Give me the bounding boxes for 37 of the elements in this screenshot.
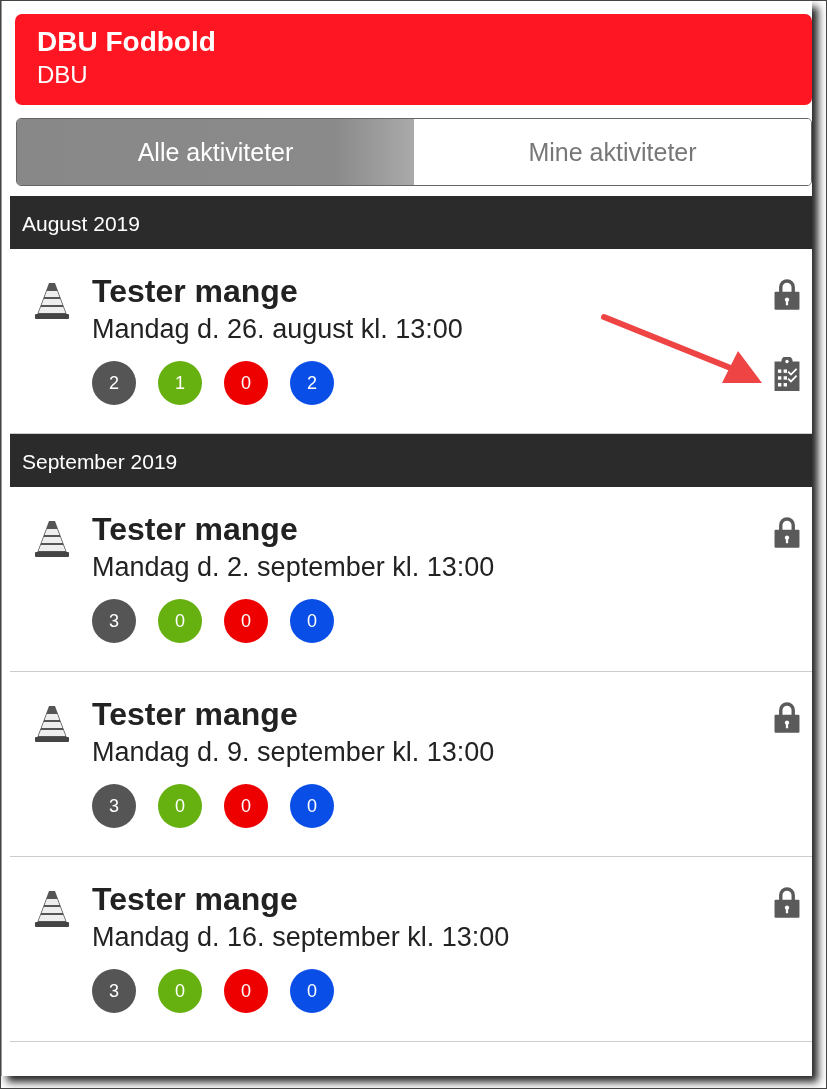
month-header: August 2019 <box>10 196 812 249</box>
activity-date: Mandag d. 9. september kl. 13:00 <box>92 737 496 768</box>
count-badge: 3 <box>92 969 136 1013</box>
count-badge: 0 <box>158 784 202 828</box>
activity-title: Tester mange <box>92 696 299 733</box>
count-badge: 3 <box>92 599 136 643</box>
count-badge: 0 <box>224 361 268 405</box>
segment-tab[interactable]: Alle aktiviteter <box>17 119 414 185</box>
count-badge: 3 <box>92 784 136 828</box>
activity-title: Tester mange <box>92 511 299 548</box>
count-badge: 0 <box>224 969 268 1013</box>
count-badge: 0 <box>290 784 334 828</box>
activity-row[interactable]: Tester mange Mandag d. 2. september kl. 13:00 3 0 0 0 <box>10 487 812 672</box>
activity-row[interactable]: Tester mange Mandag d. 16. september kl. 13:00 3 0 0 0 <box>10 857 812 1042</box>
count-badge: 0 <box>158 969 202 1013</box>
checklist-icon[interactable] <box>772 357 802 391</box>
count-badge: 0 <box>158 599 202 643</box>
count-badge: 0 <box>290 599 334 643</box>
count-badge: 2 <box>290 361 334 405</box>
traffic-cone-icon <box>34 281 70 321</box>
activity-date: Mandag d. 26. august kl. 13:00 <box>92 314 464 345</box>
count-badge: 1 <box>158 361 202 405</box>
activity-row[interactable]: Tester mange Mandag d. 9. september kl. 13:00 3 0 0 0 <box>10 672 812 857</box>
month-header: September 2019 <box>10 434 812 487</box>
count-badge: 2 <box>92 361 136 405</box>
count-badge: 0 <box>224 784 268 828</box>
traffic-cone-icon <box>34 704 70 744</box>
app-subtitle: DBU <box>37 61 89 89</box>
count-badge: 0 <box>224 599 268 643</box>
traffic-cone-icon <box>34 889 70 929</box>
activity-title: Tester mange <box>92 273 299 310</box>
activity-title: Tester mange <box>92 881 299 918</box>
count-badge: 0 <box>290 969 334 1013</box>
activity-date: Mandag d. 16. september kl. 13:00 <box>92 922 511 953</box>
app-title: DBU Fodbold <box>37 26 217 58</box>
activity-date: Mandag d. 2. september kl. 13:00 <box>92 552 496 583</box>
traffic-cone-icon <box>34 519 70 559</box>
